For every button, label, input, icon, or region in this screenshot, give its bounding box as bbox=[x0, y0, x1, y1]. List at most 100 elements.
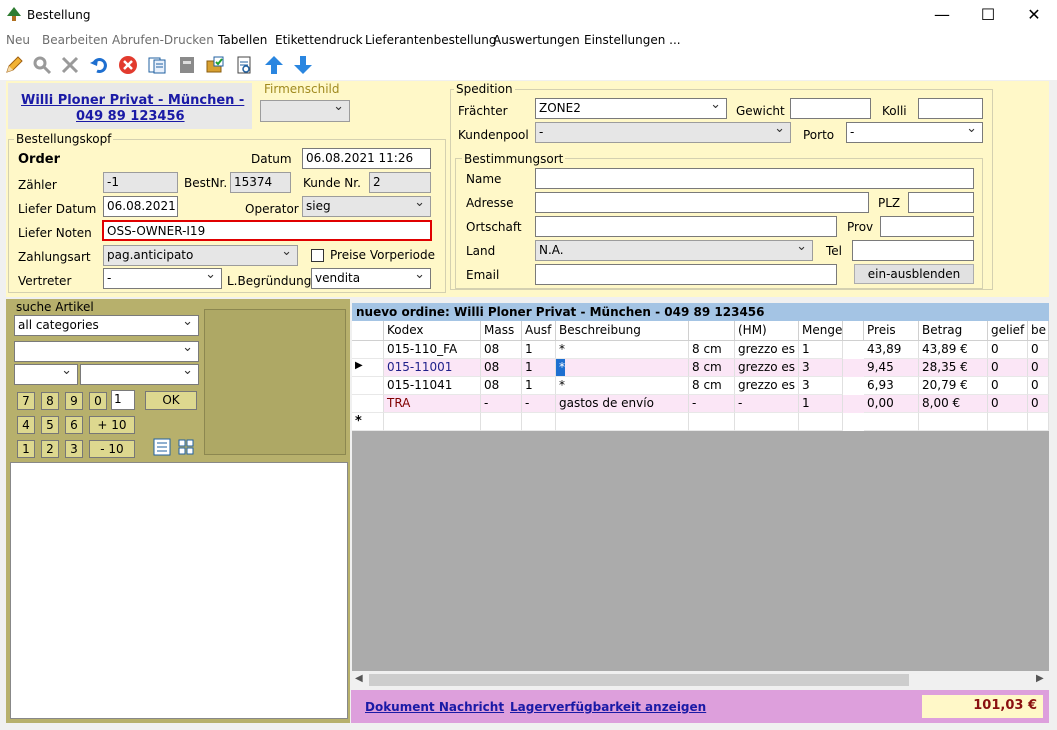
cell-gelief[interactable]: 0 bbox=[988, 359, 1028, 377]
grid-view-icon[interactable] bbox=[177, 438, 195, 456]
key-0[interactable]: 0 bbox=[89, 392, 107, 410]
key-4[interactable]: 4 bbox=[17, 416, 35, 434]
table-row[interactable]: ▶ 015-11001 08 1 * 8 cm grezzo es 3 9,45 28,35 €0… bbox=[352, 359, 1049, 377]
cell-empty[interactable] bbox=[864, 413, 919, 431]
file-icon[interactable] bbox=[176, 54, 198, 76]
plus-ten-button[interactable]: + 10 bbox=[89, 416, 135, 434]
key-8[interactable]: 8 bbox=[41, 392, 59, 410]
article-list[interactable] bbox=[10, 462, 348, 719]
cell-mass[interactable]: - bbox=[481, 395, 522, 413]
cell-size[interactable]: 8 cm bbox=[689, 377, 735, 395]
key-7[interactable]: 7 bbox=[17, 392, 35, 410]
menu-lieferantenbestellung[interactable]: Lieferantenbestellung bbox=[365, 33, 496, 47]
filter-select-2[interactable] bbox=[80, 364, 199, 385]
cell-menge[interactable]: 3 bbox=[799, 377, 843, 395]
gewicht-field[interactable] bbox=[790, 98, 871, 119]
email-field[interactable] bbox=[535, 264, 837, 285]
kundenpool-select[interactable]: - bbox=[535, 122, 791, 143]
key-5[interactable]: 5 bbox=[41, 416, 59, 434]
order-grid[interactable]: nuevo ordine: Willi Ploner Privat - Münc… bbox=[352, 303, 1049, 689]
cancel-icon[interactable] bbox=[117, 54, 139, 76]
minimize-button[interactable]: — bbox=[919, 0, 965, 30]
table-row[interactable]: 015-11041 08 1 * 8 cm grezzo es 3 6,93 20,79 €0 0 bbox=[352, 377, 1049, 395]
subcategory-select[interactable] bbox=[14, 341, 199, 362]
cell-empty[interactable] bbox=[735, 413, 799, 431]
cell-empty[interactable] bbox=[988, 413, 1028, 431]
col-ausf[interactable]: Ausf bbox=[522, 321, 556, 341]
cell-be[interactable]: 0 bbox=[1028, 341, 1049, 359]
menu-abrufen-drucken[interactable]: Abrufen-Drucken bbox=[112, 33, 214, 47]
cell-kodex[interactable]: 015-11001 bbox=[384, 359, 481, 377]
cell-kodex[interactable]: TRA bbox=[384, 395, 481, 413]
table-row[interactable]: TRA - - gastos de envío - -1 0,00 8,00 €0 0 bbox=[352, 395, 1049, 413]
horizontal-scrollbar[interactable]: ◀ ▶ bbox=[352, 671, 1049, 689]
col-be[interactable]: be bbox=[1028, 321, 1049, 341]
cell-preis[interactable]: 0,00 bbox=[864, 395, 919, 413]
firmenschild-select[interactable] bbox=[260, 100, 350, 122]
scroll-right-icon[interactable]: ▶ bbox=[1036, 673, 1044, 684]
menu-auswertungen[interactable]: Auswertungen bbox=[493, 33, 580, 47]
land-select[interactable]: N.A. bbox=[535, 240, 813, 261]
row-header[interactable]: ▶ bbox=[352, 359, 384, 377]
operator-select[interactable]: sieg bbox=[302, 196, 431, 217]
close-button[interactable]: ✕ bbox=[1011, 0, 1057, 30]
cell-ausf[interactable]: 1 bbox=[522, 359, 556, 377]
cell-kodex[interactable]: 015-110_FA bbox=[384, 341, 481, 359]
search-icon[interactable] bbox=[31, 54, 53, 76]
cell-size[interactable]: - bbox=[689, 395, 735, 413]
prov-field[interactable] bbox=[880, 216, 974, 237]
cell-gelief[interactable]: 0 bbox=[988, 341, 1028, 359]
customer-phone-link[interactable]: 049 89 123456 bbox=[76, 109, 185, 124]
lieferdatum-field[interactable]: 06.08.2021 bbox=[103, 196, 178, 217]
cell-betrag[interactable]: 8,00 € bbox=[919, 395, 988, 413]
menu-einstellungen[interactable]: Einstellungen ... bbox=[584, 33, 681, 47]
cell-hm[interactable]: grezzo es bbox=[735, 359, 799, 377]
cell-beschreibung[interactable]: * bbox=[556, 377, 689, 395]
cell-ausf[interactable]: 1 bbox=[522, 377, 556, 395]
cell-menge[interactable]: 3 bbox=[799, 359, 843, 377]
cell-beschreibung[interactable]: gastos de envío bbox=[556, 395, 689, 413]
cell-betrag[interactable]: 28,35 € bbox=[919, 359, 988, 377]
key-9[interactable]: 9 bbox=[65, 392, 83, 410]
kunde-field[interactable]: 2 bbox=[369, 172, 431, 193]
ein-ausblenden-button[interactable]: ein-ausblenden bbox=[854, 264, 974, 284]
cell-empty[interactable] bbox=[556, 413, 689, 431]
col-unnamed[interactable] bbox=[689, 321, 735, 341]
col-betrag[interactable]: Betrag bbox=[919, 321, 988, 341]
cell-preis[interactable]: 43,89 bbox=[864, 341, 919, 359]
cell-empty[interactable] bbox=[919, 413, 988, 431]
cell-menge[interactable]: 1 bbox=[799, 395, 843, 413]
pencil-edit-icon[interactable] bbox=[3, 54, 25, 76]
cell-size[interactable]: 8 cm bbox=[689, 341, 735, 359]
cell-empty[interactable] bbox=[689, 413, 735, 431]
table-row[interactable]: 015-110_FA 08 1 * 8 cm grezzo es 1 43,89 43,89 €… bbox=[352, 341, 1049, 359]
cell-kodex[interactable]: 015-11041 bbox=[384, 377, 481, 395]
new-row[interactable]: * bbox=[352, 413, 1049, 431]
cell-ausf[interactable]: 1 bbox=[522, 341, 556, 359]
ok-button[interactable]: OK bbox=[145, 391, 197, 410]
cell-size[interactable]: 8 cm bbox=[689, 359, 735, 377]
scroll-thumb[interactable] bbox=[369, 674, 909, 686]
menu-bearbeiten[interactable]: Bearbeiten bbox=[42, 33, 108, 47]
cell-beschreibung[interactable]: * bbox=[556, 359, 689, 377]
maximize-button[interactable]: ☐ bbox=[965, 0, 1011, 30]
tools-icon[interactable] bbox=[59, 54, 81, 76]
category-select[interactable]: all categories bbox=[14, 315, 199, 336]
menu-etikettendruck[interactable]: Etikettendruck bbox=[275, 33, 363, 47]
zahlungsart-select[interactable]: pag.anticipato bbox=[103, 245, 298, 266]
arrow-up-icon[interactable] bbox=[263, 54, 285, 76]
name-field[interactable] bbox=[535, 168, 974, 189]
cell-empty[interactable] bbox=[1028, 413, 1049, 431]
porto-select[interactable]: - bbox=[846, 122, 983, 143]
cell-be[interactable]: 0 bbox=[1028, 377, 1049, 395]
ortschaft-field[interactable] bbox=[535, 216, 837, 237]
datum-field[interactable]: 06.08.2021 11:26 bbox=[302, 148, 431, 169]
cell-empty[interactable] bbox=[799, 413, 843, 431]
cell-empty[interactable] bbox=[522, 413, 556, 431]
fraechter-select[interactable]: ZONE2 bbox=[535, 98, 727, 119]
col-beschreibung[interactable]: Beschreibung bbox=[556, 321, 689, 341]
cell-be[interactable]: 0 bbox=[1028, 359, 1049, 377]
cell-mass[interactable]: 08 bbox=[481, 377, 522, 395]
adresse-field[interactable] bbox=[535, 192, 869, 213]
cell-empty[interactable] bbox=[481, 413, 522, 431]
